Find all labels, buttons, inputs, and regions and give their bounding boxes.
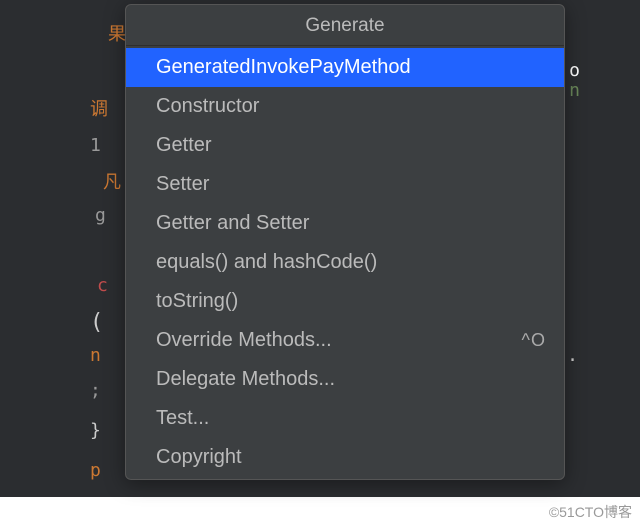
popup-title: Generate (126, 5, 564, 46)
menu-item-getter[interactable]: Getter (126, 126, 564, 165)
menu-item-label: Test... (156, 407, 209, 430)
code-token: n (90, 345, 101, 366)
code-token: n (569, 80, 580, 101)
generate-popup: Generate GeneratedInvokePayMethod Constr… (125, 4, 565, 480)
code-token: } (90, 420, 101, 441)
popup-list: GeneratedInvokePayMethod Constructor Get… (126, 46, 564, 479)
code-token: 凡 (103, 168, 121, 194)
menu-item-label: Getter and Setter (156, 212, 309, 235)
menu-item-constructor[interactable]: Constructor (126, 87, 564, 126)
code-token: 果 (108, 20, 126, 46)
menu-item-label: Override Methods... (156, 329, 332, 352)
menu-item-shortcut: ^O (522, 330, 546, 351)
code-token: ( (90, 310, 103, 335)
menu-item-label: Delegate Methods... (156, 368, 335, 391)
code-token: p (90, 460, 101, 481)
menu-item-copyright[interactable]: Copyright (126, 438, 564, 477)
menu-item-label: Constructor (156, 95, 259, 118)
code-token: 调 (90, 95, 108, 121)
menu-item-equals-hashcode[interactable]: equals() and hashCode() (126, 243, 564, 282)
menu-item-label: Getter (156, 134, 212, 157)
code-token: c (97, 275, 108, 296)
menu-item-label: Copyright (156, 446, 242, 469)
menu-item-setter[interactable]: Setter (126, 165, 564, 204)
code-token: 1 (90, 135, 101, 156)
code-token: ; (90, 380, 101, 401)
code-token: . (567, 345, 578, 366)
menu-item-getter-and-setter[interactable]: Getter and Setter (126, 204, 564, 243)
menu-item-override-methods[interactable]: Override Methods... ^O (126, 321, 564, 360)
menu-item-label: Setter (156, 173, 209, 196)
menu-item-label: GeneratedInvokePayMethod (156, 56, 411, 79)
menu-item-tostring[interactable]: toString() (126, 282, 564, 321)
menu-item-test[interactable]: Test... (126, 399, 564, 438)
code-token: g (95, 205, 106, 226)
menu-item-label: equals() and hashCode() (156, 251, 377, 274)
menu-item-delegate-methods[interactable]: Delegate Methods... (126, 360, 564, 399)
menu-item-generated-invoke-pay-method[interactable]: GeneratedInvokePayMethod (126, 48, 564, 87)
menu-item-label: toString() (156, 290, 238, 313)
watermark: ©51CTO博客 (549, 502, 632, 522)
code-token: o (569, 60, 580, 81)
